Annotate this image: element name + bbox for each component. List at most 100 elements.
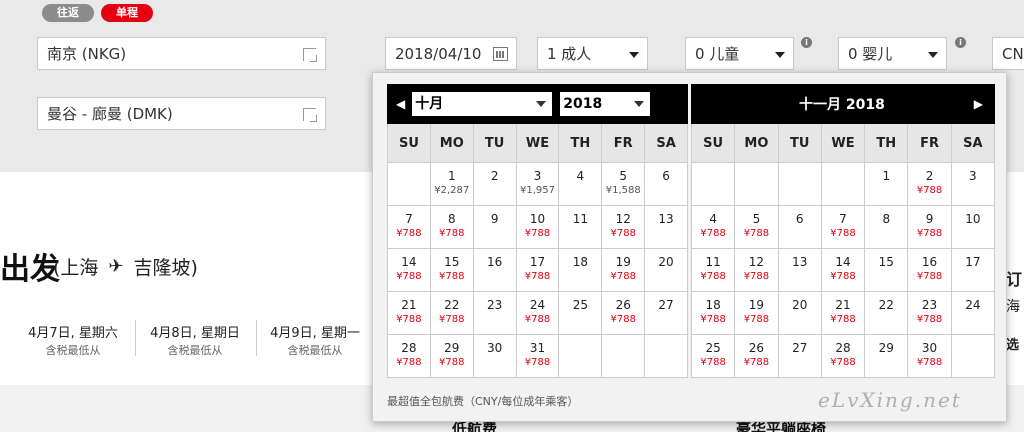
day-tab[interactable]: 4月7日, 星期六 含税最低从 xyxy=(18,322,128,358)
day-price: ¥788 xyxy=(700,228,726,239)
day-cell[interactable]: 24 xyxy=(951,292,995,335)
day-cell[interactable]: 17 xyxy=(951,249,995,292)
day-cell[interactable]: 15 xyxy=(865,249,909,292)
day-cell[interactable]: 28 ¥788 xyxy=(821,335,866,378)
day-number: 2 xyxy=(490,169,499,183)
day-cell[interactable]: 5 ¥788 xyxy=(735,206,779,249)
day-cell[interactable]: 8 xyxy=(865,206,909,249)
expand-icon[interactable] xyxy=(303,108,317,122)
day-cell[interactable]: 20 xyxy=(778,292,822,335)
oneway-toggle[interactable]: 单程 xyxy=(101,4,153,22)
day-price: ¥788 xyxy=(916,185,943,196)
day-number: 12 xyxy=(748,255,765,269)
children-select[interactable]: 0 儿童 xyxy=(685,37,794,70)
weekday-header: MO xyxy=(735,124,779,163)
calendar-icon[interactable] xyxy=(493,47,508,61)
day-number: 8 xyxy=(447,212,456,226)
day-cell[interactable]: 16 xyxy=(473,249,517,292)
day-cell[interactable]: 4 ¥788 xyxy=(692,206,736,249)
day-cell[interactable]: 21 ¥788 xyxy=(388,292,431,335)
day-cell[interactable]: 4 xyxy=(559,163,603,206)
day-cell[interactable]: 1 ¥2,287 xyxy=(430,163,474,206)
day-cell[interactable]: 3 ¥1,957 xyxy=(516,163,560,206)
day-cell[interactable]: 12 ¥788 xyxy=(602,206,646,249)
roundtrip-toggle[interactable]: 往返 xyxy=(42,4,94,22)
day-cell[interactable]: 23 xyxy=(473,292,517,335)
currency-select[interactable]: CNY xyxy=(992,37,1024,70)
day-number: 25 xyxy=(705,341,721,355)
day-cell[interactable]: 27 xyxy=(645,292,688,335)
weekday-header: FR xyxy=(908,124,952,163)
day-cell[interactable]: 9 ¥788 xyxy=(908,206,952,249)
day-cell[interactable]: 11 ¥788 xyxy=(692,249,736,292)
day-cell[interactable]: 24 ¥788 xyxy=(516,292,560,335)
day-tab[interactable]: 4月8日, 星期日 含税最低从 xyxy=(140,322,250,358)
day-cell[interactable]: 11 xyxy=(559,206,603,249)
day-cell[interactable]: 13 xyxy=(778,249,822,292)
day-cell[interactable]: 30 ¥788 xyxy=(908,335,952,378)
day-cell[interactable]: 8 ¥788 xyxy=(430,206,474,249)
day-price: ¥788 xyxy=(439,357,465,368)
infants-select[interactable]: 0 婴儿 xyxy=(838,37,947,70)
day-cell[interactable]: 18 xyxy=(559,249,603,292)
day-cell[interactable]: 14 ¥788 xyxy=(388,249,431,292)
day-cell[interactable]: 29 ¥788 xyxy=(430,335,474,378)
expand-icon[interactable] xyxy=(303,48,317,62)
day-cell[interactable]: 25 ¥788 xyxy=(692,335,736,378)
day-cell[interactable]: 26 ¥788 xyxy=(735,335,779,378)
day-cell[interactable]: 6 xyxy=(645,163,688,206)
day-cell[interactable]: 17 ¥788 xyxy=(516,249,560,292)
day-cell[interactable]: 23 ¥788 xyxy=(908,292,952,335)
day-cell[interactable]: 21 ¥788 xyxy=(821,292,866,335)
day-cell[interactable]: 9 xyxy=(473,206,517,249)
day-cell[interactable]: 14 ¥788 xyxy=(821,249,866,292)
day-cell[interactable]: 22 xyxy=(865,292,909,335)
adults-select[interactable]: 1 成人 xyxy=(537,37,648,70)
day-tab-date: 4月7日, 星期六 xyxy=(28,326,118,341)
day-cell[interactable]: 7 ¥788 xyxy=(388,206,431,249)
route-summary: (上海 ✈ 吉隆坡) xyxy=(53,253,198,280)
departure-date-field[interactable]: 2018/04/10 xyxy=(385,37,517,70)
divider xyxy=(135,320,136,356)
day-cell[interactable]: 7 ¥788 xyxy=(821,206,866,249)
prev-month-icon[interactable]: ◀ xyxy=(396,97,405,111)
day-number: 11 xyxy=(705,255,721,269)
day-tab[interactable]: 4月9日, 星期一 含税最低从 xyxy=(260,322,370,358)
info-icon[interactable]: i xyxy=(801,37,812,48)
destination-field[interactable]: 曼谷 - 廊曼 (DMK) xyxy=(37,97,326,130)
month-select[interactable]: 十月 xyxy=(412,92,553,116)
day-cell[interactable]: 28 ¥788 xyxy=(388,335,431,378)
day-cell[interactable]: 2 ¥788 xyxy=(908,163,952,206)
chevron-down-icon xyxy=(928,52,938,58)
day-cell[interactable]: 30 xyxy=(473,335,517,378)
day-cell[interactable]: 19 ¥788 xyxy=(735,292,779,335)
origin-field[interactable]: 南京 (NKG) xyxy=(37,37,326,70)
day-cell[interactable]: 2 xyxy=(473,163,517,206)
day-cell[interactable]: 1 xyxy=(865,163,909,206)
day-cell[interactable]: 29 xyxy=(865,335,909,378)
day-cell[interactable]: 13 xyxy=(645,206,688,249)
day-cell[interactable]: 10 xyxy=(951,206,995,249)
day-cell[interactable]: 20 xyxy=(645,249,688,292)
day-cell[interactable]: 27 xyxy=(778,335,822,378)
info-icon[interactable]: i xyxy=(955,37,966,48)
day-cell[interactable]: 15 ¥788 xyxy=(430,249,474,292)
weekday-header: TH xyxy=(865,124,909,163)
day-cell[interactable]: 5 ¥1,588 xyxy=(602,163,646,206)
day-cell[interactable]: 22 ¥788 xyxy=(430,292,474,335)
day-price: ¥788 xyxy=(439,314,465,325)
day-cell[interactable]: 16 ¥788 xyxy=(908,249,952,292)
day-cell[interactable]: 19 ¥788 xyxy=(602,249,646,292)
day-cell[interactable]: 26 ¥788 xyxy=(602,292,646,335)
day-cell[interactable]: 18 ¥788 xyxy=(692,292,736,335)
day-cell[interactable]: 31 ¥788 xyxy=(516,335,560,378)
day-cell[interactable]: 12 ¥788 xyxy=(735,249,779,292)
day-cell[interactable]: 6 xyxy=(778,206,822,249)
day-number: 21 xyxy=(401,298,417,312)
day-cell[interactable]: 3 xyxy=(951,163,995,206)
day-number: 26 xyxy=(615,298,631,312)
year-select[interactable]: 2018 xyxy=(560,92,651,116)
day-cell[interactable]: 10 ¥788 xyxy=(516,206,560,249)
day-cell[interactable]: 25 xyxy=(559,292,603,335)
next-month-icon[interactable]: ▶ xyxy=(974,97,983,111)
